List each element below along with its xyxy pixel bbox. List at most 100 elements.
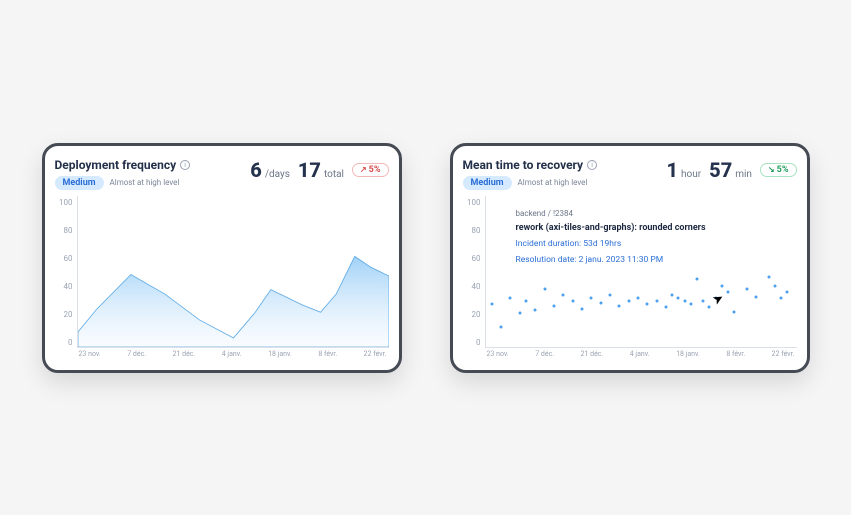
tooltip-resolution: Resolution date: 2 janu. 2023 11:30 PM	[516, 254, 781, 267]
card-title: Mean time to recovery	[463, 158, 584, 172]
x-axis: 23 nov. 7 déc. 21 déc. 4 janv. 18 janv. …	[77, 348, 389, 362]
level-pill: Medium	[55, 176, 104, 190]
y-tick: 60	[463, 254, 481, 263]
trend-badge: ↘ 5%	[760, 163, 797, 177]
header-left: Deployment frequency i Medium Almost at …	[55, 158, 191, 190]
scatter-point[interactable]	[645, 302, 650, 307]
scatter-point[interactable]	[598, 300, 603, 305]
metric-unit: total	[324, 169, 344, 180]
scatter-point[interactable]	[508, 296, 513, 301]
scatter-point[interactable]	[542, 287, 547, 292]
metric-hours: 1 hour	[666, 158, 701, 182]
x-tick: 18 janv.	[268, 350, 292, 362]
deployment-frequency-card: Deployment frequency i Medium Almost at …	[42, 143, 402, 373]
x-tick: 23 nov.	[79, 350, 101, 362]
x-tick: 7 déc.	[535, 350, 554, 362]
metric-value: 6	[250, 158, 262, 182]
status-note: Almost at high level	[518, 178, 588, 187]
scatter-point[interactable]	[654, 299, 659, 304]
scatter-point[interactable]	[732, 309, 737, 314]
x-tick: 22 févr.	[364, 350, 387, 362]
mttr-card: Mean time to recovery i Medium Almost at…	[450, 143, 810, 373]
scatter-point[interactable]	[523, 299, 528, 304]
y-tick: 100	[55, 198, 73, 207]
tooltip-subtitle: backend / !2384	[516, 208, 781, 220]
cursor-icon: ➤	[709, 291, 726, 309]
info-icon[interactable]: i	[587, 160, 597, 170]
trend-up-icon: ↗	[360, 165, 367, 174]
scatter-point[interactable]	[701, 299, 706, 304]
area-svg	[78, 196, 389, 347]
scatter-point[interactable]	[626, 299, 631, 304]
scatter-point[interactable]	[517, 311, 522, 316]
title-row: Deployment frequency i	[55, 158, 191, 172]
scatter-point[interactable]	[489, 302, 494, 307]
header-left: Mean time to recovery i Medium Almost at…	[463, 158, 598, 190]
scatter-point[interactable]	[607, 293, 612, 298]
scatter-point[interactable]	[778, 296, 783, 301]
scatter-chart[interactable]: backend / !2384 rework (axi-tiles-and-gr…	[485, 196, 797, 348]
scatter-point[interactable]	[676, 296, 681, 301]
card-title: Deployment frequency	[55, 158, 177, 172]
info-icon[interactable]: i	[180, 160, 190, 170]
header-right: 1 hour 57 min ↘ 5%	[666, 158, 796, 182]
metric-days: 6 /days	[250, 158, 290, 182]
scatter-point[interactable]	[670, 293, 675, 298]
card-header: Deployment frequency i Medium Almost at …	[55, 158, 389, 190]
y-tick: 20	[463, 310, 481, 319]
y-tick: 80	[55, 226, 73, 235]
scatter-point[interactable]	[499, 324, 504, 329]
y-tick: 0	[55, 338, 73, 347]
tooltip-title: rework (axi-tiles-and-graphs): rounded c…	[516, 222, 781, 236]
chart-area: 100 80 60 40 20 0 backend / !2384 rework…	[463, 196, 797, 362]
x-axis: 23 nov. 7 déc. 21 déc. 4 janv. 18 janv. …	[485, 348, 797, 362]
x-tick: 18 janv.	[676, 350, 700, 362]
y-tick: 0	[463, 338, 481, 347]
y-tick: 20	[55, 310, 73, 319]
metric-value: 57	[709, 158, 732, 182]
scatter-point[interactable]	[551, 303, 556, 308]
scatter-point[interactable]	[561, 293, 566, 298]
metric-value: 1	[666, 158, 678, 182]
scatter-point[interactable]	[570, 299, 575, 304]
scatter-point[interactable]	[589, 296, 594, 301]
status-row: Medium Almost at high level	[55, 176, 191, 190]
title-row: Mean time to recovery i	[463, 158, 598, 172]
y-tick: 40	[55, 282, 73, 291]
scatter-point[interactable]	[719, 284, 724, 289]
scatter-point[interactable]	[707, 305, 712, 310]
trend-badge: ↗ 5%	[352, 163, 389, 177]
scatter-point[interactable]	[617, 303, 622, 308]
scatter-point[interactable]	[635, 296, 640, 301]
scatter-point[interactable]	[726, 290, 731, 295]
header-right: 6 /days 17 total ↗ 5%	[250, 158, 388, 182]
metric-unit: /days	[265, 169, 290, 180]
scatter-point[interactable]	[694, 276, 699, 281]
x-tick: 7 déc.	[127, 350, 146, 362]
scatter-point[interactable]	[663, 305, 668, 310]
scatter-point[interactable]	[688, 302, 693, 307]
area-chart[interactable]	[77, 196, 389, 348]
scatter-point[interactable]	[754, 294, 759, 299]
scatter-point[interactable]	[744, 287, 749, 292]
plot-wrap: backend / !2384 rework (axi-tiles-and-gr…	[485, 196, 797, 362]
scatter-point[interactable]	[766, 275, 771, 280]
scatter-point[interactable]	[785, 290, 790, 295]
scatter-point[interactable]	[772, 284, 777, 289]
metric-total: 17 total	[298, 158, 344, 182]
x-tick: 22 févr.	[772, 350, 795, 362]
x-tick: 8 févr.	[726, 350, 745, 362]
scatter-point[interactable]	[533, 308, 538, 313]
y-axis: 100 80 60 40 20 0	[463, 196, 485, 362]
y-tick: 80	[463, 226, 481, 235]
metric-value: 17	[298, 158, 321, 182]
scatter-point[interactable]	[579, 306, 584, 311]
trend-down-icon: ↘	[768, 165, 775, 174]
status-note: Almost at high level	[110, 178, 180, 187]
scatter-point[interactable]	[682, 299, 687, 304]
x-tick: 4 janv.	[222, 350, 242, 362]
y-tick: 40	[463, 282, 481, 291]
metric-unit: hour	[681, 169, 701, 180]
x-tick: 8 févr.	[318, 350, 337, 362]
chart-tooltip: backend / !2384 rework (axi-tiles-and-gr…	[516, 204, 781, 273]
